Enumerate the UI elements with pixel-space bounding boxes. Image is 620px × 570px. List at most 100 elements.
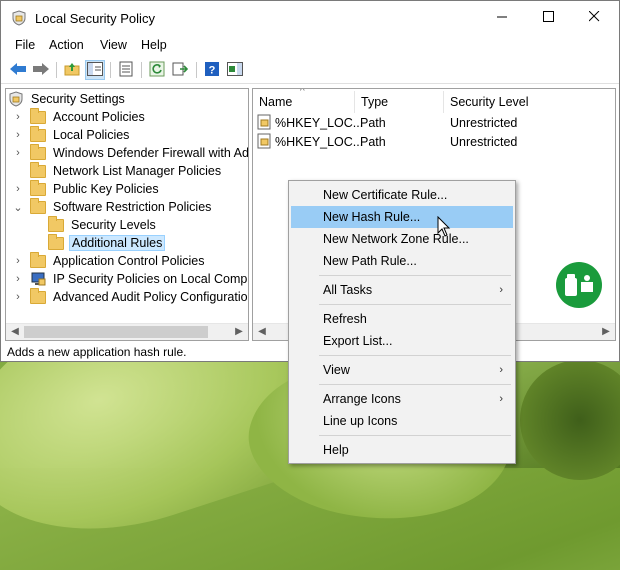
menu-item-label: New Path Rule...: [323, 254, 417, 268]
tree-item-local-policies[interactable]: › Local Policies: [12, 125, 131, 144]
menu-item-label: All Tasks: [323, 283, 373, 297]
maximize-icon: [542, 11, 554, 25]
chevron-right-icon[interactable]: ›: [12, 291, 24, 303]
tree-item-label: Security Levels: [71, 218, 156, 232]
tree-item-network-list[interactable]: Network List Manager Policies: [12, 161, 223, 180]
menu-item-refresh[interactable]: Refresh: [291, 308, 513, 330]
folder-icon: [48, 215, 64, 232]
chevron-right-icon[interactable]: ›: [12, 129, 24, 141]
tree-item-app-control[interactable]: › Application Control Policies: [12, 251, 206, 270]
close-button[interactable]: [571, 1, 617, 35]
help-button[interactable]: ?: [202, 60, 222, 80]
column-header-security-level[interactable]: Security Level: [444, 91, 615, 113]
menu-separator: [319, 435, 511, 436]
column-label: Type: [361, 95, 389, 109]
chevron-right-icon[interactable]: ›: [12, 273, 24, 285]
menu-item-new-network-zone-rule[interactable]: New Network Zone Rule...: [291, 228, 513, 250]
scroll-right-icon[interactable]: ▶: [231, 325, 247, 339]
menu-item-help[interactable]: Help: [291, 439, 513, 461]
menu-item-arrange-icons[interactable]: Arrange Icons ›: [291, 388, 513, 410]
menu-item-new-hash-rule[interactable]: New Hash Rule...: [291, 206, 513, 228]
shield-policy-icon: [8, 91, 24, 107]
chevron-right-icon: ›: [499, 284, 503, 296]
tree-item-label: Additional Rules: [69, 235, 166, 251]
scroll-left-icon[interactable]: ◀: [7, 325, 23, 339]
tree-item-firewall[interactable]: › Windows Defender Firewall with Adva: [12, 143, 249, 162]
svg-text:?: ?: [209, 64, 216, 76]
row-name: %HKEY_LOC...: [275, 135, 364, 149]
export-button[interactable]: [170, 60, 190, 80]
watermark-logo: [556, 262, 602, 308]
action-pane-button[interactable]: [225, 60, 245, 80]
tree-item-label: Windows Defender Firewall with Adva: [53, 146, 249, 160]
tree-item-public-key[interactable]: › Public Key Policies: [12, 179, 161, 198]
scroll-left-icon[interactable]: ◀: [254, 325, 270, 339]
chevron-right-icon[interactable]: ›: [12, 183, 24, 195]
export-icon: [172, 61, 189, 80]
back-button[interactable]: [8, 60, 28, 80]
tree-item-advanced-audit[interactable]: › Advanced Audit Policy Configuration: [12, 287, 248, 306]
folder-icon: [30, 251, 46, 268]
list-row[interactable]: %HKEY_LOC... Path Unrestricted: [257, 133, 517, 151]
menu-item-label: Help: [323, 443, 349, 457]
lock-folder-icon: [30, 107, 46, 124]
menu-help[interactable]: Help: [141, 38, 167, 52]
tree-item-additional-rules[interactable]: Additional Rules: [30, 233, 166, 252]
context-menu: New Certificate Rule... New Hash Rule...…: [288, 180, 516, 464]
minimize-button[interactable]: [479, 1, 525, 35]
menu-item-new-path-rule[interactable]: New Path Rule...: [291, 250, 513, 272]
column-header-type[interactable]: Type: [355, 91, 444, 113]
toolbar-separator: [110, 62, 111, 78]
menu-separator: [319, 275, 511, 276]
up-folder-button[interactable]: [62, 60, 82, 80]
shield-policy-icon[interactable]: [11, 10, 27, 29]
folder-icon: [30, 161, 46, 178]
minimize-icon: [496, 11, 508, 25]
menu-action[interactable]: Action: [49, 38, 84, 52]
title-bar: Local Security Policy: [1, 1, 619, 35]
menu-item-view[interactable]: View ›: [291, 359, 513, 381]
wallpaper-shadow: [520, 360, 620, 480]
scroll-thumb[interactable]: [24, 326, 208, 338]
maximize-button[interactable]: [525, 1, 571, 35]
folder-icon: [30, 287, 46, 304]
forward-button[interactable]: [31, 60, 51, 80]
menu-item-new-certificate-rule[interactable]: New Certificate Rule...: [291, 184, 513, 206]
tree-pane[interactable]: Security Settings › Account Policies › L…: [5, 88, 249, 341]
action-pane-icon: [227, 61, 243, 79]
column-label: Name: [259, 95, 293, 109]
tree-item-account-policies[interactable]: › Account Policies: [12, 107, 147, 126]
refresh-icon: [149, 61, 165, 80]
chevron-right-icon: ›: [499, 364, 503, 376]
tree-item-label: Account Policies: [53, 110, 145, 124]
menu-view[interactable]: View: [100, 38, 127, 52]
show-tree-button[interactable]: [85, 60, 105, 80]
back-icon: [9, 62, 27, 79]
menu-item-label: Line up Icons: [323, 414, 398, 428]
list-row[interactable]: %HKEY_LOC... Path Unrestricted: [257, 114, 517, 132]
properties-button[interactable]: [116, 60, 136, 80]
chevron-right-icon[interactable]: ›: [12, 255, 24, 267]
menu-file[interactable]: File: [15, 38, 35, 52]
refresh-button[interactable]: [147, 60, 167, 80]
show-tree-icon: [87, 61, 103, 79]
folder-icon: [30, 197, 46, 214]
chevron-right-icon[interactable]: ›: [12, 111, 24, 123]
menu-item-label: New Hash Rule...: [323, 210, 421, 224]
chevron-right-icon[interactable]: ›: [12, 147, 24, 159]
menu-item-export-list[interactable]: Export List...: [291, 330, 513, 352]
menu-item-label: Export List...: [323, 334, 393, 348]
tree-root[interactable]: Security Settings: [8, 90, 127, 108]
menu-item-label: Arrange Icons: [323, 392, 401, 406]
menu-item-all-tasks[interactable]: All Tasks ›: [291, 279, 513, 301]
horizontal-scrollbar[interactable]: ◀ ▶: [6, 323, 248, 340]
tree-item-ip-security[interactable]: › IP Security Policies on Local Compute: [12, 270, 248, 288]
menu-item-line-up-icons[interactable]: Line up Icons: [291, 410, 513, 432]
tree-item-software-restriction[interactable]: ⌄ Software Restriction Policies: [12, 197, 213, 216]
menu-item-label: Refresh: [323, 312, 367, 326]
tree-item-label: Public Key Policies: [53, 182, 159, 196]
chevron-down-icon[interactable]: ⌄: [12, 201, 24, 214]
column-header-name[interactable]: Name ^: [253, 89, 355, 113]
scroll-right-icon[interactable]: ▶: [598, 325, 614, 339]
tree-item-security-levels[interactable]: Security Levels: [30, 215, 158, 234]
